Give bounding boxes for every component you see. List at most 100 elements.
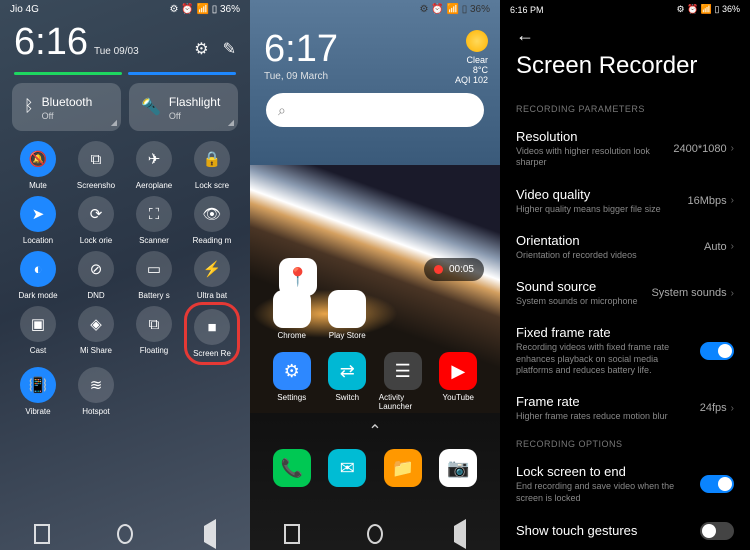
app-icon: ▶ (328, 290, 366, 328)
app-play-store[interactable]: ▶ Play Store (323, 290, 371, 340)
home-button[interactable] (367, 526, 383, 542)
tile-label: Dark mode (18, 291, 57, 300)
edit-icon[interactable]: ✎ (223, 39, 236, 59)
recents-button[interactable] (34, 526, 50, 542)
tile-lock[interactable]: 🔒 Lock scre (186, 141, 238, 190)
record-dot-icon (434, 265, 443, 274)
tile-scan[interactable]: ⛶ Scanner (128, 196, 180, 245)
dark-icon: ◐ (20, 251, 56, 287)
weather-widget[interactable]: Clear 8°C AQI 102 (455, 30, 488, 85)
back-button[interactable]: ← (500, 15, 750, 52)
app-icon: ▶ (439, 352, 477, 390)
app-dock[interactable]: 📁 (379, 449, 427, 490)
tile-rot[interactable]: ⟳ Lock orie (70, 196, 122, 245)
carrier-label: Jio 4G (10, 4, 39, 15)
app-icon: 📞 (273, 449, 311, 487)
app-icon: 📁 (384, 449, 422, 487)
app-settings[interactable]: ⚙ Settings (268, 352, 316, 411)
app-dock[interactable]: 📷 (434, 449, 482, 490)
wide-tile-flashlight[interactable]: 🔦 FlashlightOff ◢ (129, 83, 238, 131)
battery-label: ⚙ ⏰ 📶 ▯ 36% (420, 4, 491, 15)
tile-plane[interactable]: ✈ Aeroplane (128, 141, 180, 190)
app-icon: ☰ (384, 352, 422, 390)
recording-indicator[interactable]: 00:05 (424, 258, 484, 281)
app-activity-launcher[interactable]: ☰ Activity Launcher (379, 352, 427, 411)
tile-label: Location (23, 236, 53, 245)
setting-video-quality[interactable]: Video qualityHigher quality means bigger… (500, 178, 750, 224)
clock-row: 6:16 Tue 09/03 ⚙ ✎ (0, 15, 250, 72)
setting-sound-source[interactable]: Sound sourceSystem sounds or microphone … (500, 270, 750, 316)
dnd-icon: ⊘ (78, 251, 114, 287)
tile-shot[interactable]: ⧉ Screensho (70, 141, 122, 190)
back-button[interactable] (450, 526, 466, 542)
rec-icon: ■ (194, 309, 230, 345)
section-header: RECORDING OPTIONS (500, 431, 750, 455)
tile-label: Mute (29, 181, 47, 190)
status-bar: ⚙ ⏰ 📶 ▯ 36% (250, 0, 500, 15)
toggle-switch[interactable] (700, 522, 734, 540)
tile-dark[interactable]: ◐ Dark mode (12, 251, 64, 300)
toggle-switch[interactable] (700, 475, 734, 493)
setting-show-touch-gestures[interactable]: Show touch gestures (500, 513, 750, 549)
lock-icon: 🔒 (194, 141, 230, 177)
hot-icon: ≋ (78, 367, 114, 403)
tile-eye[interactable]: 👁 Reading m (186, 196, 238, 245)
toggle-switch[interactable] (700, 342, 734, 360)
mute-icon: 🔕 (20, 141, 56, 177)
app-dock[interactable]: ✉ (323, 449, 371, 490)
app-icon: 📷 (439, 449, 477, 487)
tile-mute[interactable]: 🔕 Mute (12, 141, 64, 190)
app-dock[interactable]: 📞 (268, 449, 316, 490)
setting-resolution[interactable]: ResolutionVideos with higher resolution … (500, 120, 750, 178)
status-bar: 6:16 PM⚙ ⏰ 📶 ▯ 36% (500, 0, 750, 15)
record-timer: 00:05 (449, 264, 474, 275)
tile-float[interactable]: ⧉ Floating (128, 306, 180, 361)
app-drawer-handle[interactable]: ⌃ (250, 421, 500, 441)
app-icon: ⇄ (328, 352, 366, 390)
settings-icon[interactable]: ⚙ (194, 39, 208, 59)
app-icon: ⚙ (273, 352, 311, 390)
tile-label: Battery s (138, 291, 170, 300)
flash-icon: 🔦 (141, 97, 161, 117)
shot-icon: ⧉ (78, 141, 114, 177)
app-switch[interactable]: ⇄ Switch (323, 352, 371, 411)
tile-label: Hotspot (82, 407, 110, 416)
wide-tile-bluetooth[interactable]: ᛒ BluetoothOff ◢ (12, 83, 121, 131)
status-bar: Jio 4G ⚙ ⏰ 📶 ▯ 36% (0, 0, 250, 15)
setting-fixed-frame-rate[interactable]: Fixed frame rateRecording videos with fi… (500, 316, 750, 385)
tile-label: DND (87, 291, 104, 300)
quick-settings-panel: Jio 4G ⚙ ⏰ 📶 ▯ 36% 6:16 Tue 09/03 ⚙ ✎ ᛒ … (0, 0, 250, 550)
clock-time: 6:16 (14, 21, 88, 64)
app-chrome[interactable]: ◯ Chrome (268, 290, 316, 340)
tile-hot[interactable]: ≋ Hotspot (70, 367, 122, 416)
tile-ultra[interactable]: ⚡ Ultra bat (186, 251, 238, 300)
recents-button[interactable] (284, 526, 300, 542)
screen-recorder-settings: 6:16 PM⚙ ⏰ 📶 ▯ 36% ← Screen Recorder REC… (500, 0, 750, 550)
brightness-slider[interactable] (0, 72, 250, 83)
tile-cast[interactable]: ▣ Cast (12, 306, 64, 361)
tile-batt[interactable]: ▭ Battery s (128, 251, 180, 300)
clock-time[interactable]: 6:17 (264, 28, 338, 71)
vib-icon: 📳 (20, 367, 56, 403)
tile-rec[interactable]: ■ Screen Re (184, 302, 240, 365)
tile-label: Scanner (139, 236, 169, 245)
tile-share[interactable]: ◈ Mi Share (70, 306, 122, 361)
tile-vib[interactable]: 📳 Vibrate (12, 367, 64, 416)
setting-lock-screen-to-end[interactable]: Lock screen to endEnd recording and save… (500, 455, 750, 513)
tile-label: Lock scre (195, 181, 229, 190)
tile-dnd[interactable]: ⊘ DND (70, 251, 122, 300)
back-button[interactable] (200, 526, 216, 542)
clock-date: Tue, 09 March (264, 71, 338, 82)
tile-loc[interactable]: ➤ Location (12, 196, 64, 245)
search-icon: ⌕ (278, 102, 286, 119)
tile-label: Vibrate (25, 407, 50, 416)
setting-orientation[interactable]: OrientationOrientation of recorded video… (500, 224, 750, 270)
setting-frame-rate[interactable]: Frame rateHigher frame rates reduce moti… (500, 385, 750, 431)
search-bar[interactable]: ⌕ (266, 93, 484, 127)
cast-icon: ▣ (20, 306, 56, 342)
home-button[interactable] (117, 526, 133, 542)
tile-label: Lock orie (80, 236, 112, 245)
scan-icon: ⛶ (136, 196, 172, 232)
rot-icon: ⟳ (78, 196, 114, 232)
app-youtube[interactable]: ▶ YouTube (434, 352, 482, 411)
